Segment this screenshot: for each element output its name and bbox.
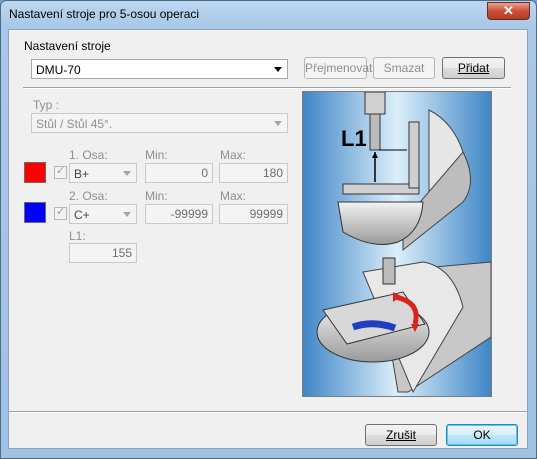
close-button[interactable]: ✕ <box>487 2 530 20</box>
chevron-down-icon <box>123 171 131 176</box>
chevron-down-icon <box>123 212 131 217</box>
dialog-window: Nastavení stroje pro 5-osou operaci ✕ Na… <box>0 0 537 459</box>
axis2-select-value: C+ <box>74 208 90 222</box>
machine-diagram-icon: L1 <box>303 92 491 396</box>
add-button[interactable]: Přidat <box>442 57 505 79</box>
machine-select-value: DMU-70 <box>36 63 81 77</box>
axis2-checkbox[interactable]: ✓ <box>54 206 67 220</box>
axis1-select-value: B+ <box>74 167 90 181</box>
machine-settings-label: Nastavení stroje <box>24 39 111 53</box>
checkmark-icon: ✓ <box>56 165 66 177</box>
add-button-label: Přidat <box>457 61 490 75</box>
separator-line <box>23 87 511 89</box>
axis1-min-field[interactable]: 0 <box>145 163 213 183</box>
type-label: Typ : <box>33 98 60 112</box>
axis2-label: 2. Osa: <box>69 189 108 203</box>
rename-button[interactable]: Přejmenovat <box>304 57 372 79</box>
axis1-min-label: Min: <box>145 148 168 162</box>
l1-diagram-label: L1 <box>341 126 367 151</box>
title-bar: Nastavení stroje pro 5-osou operaci ✕ <box>1 1 536 29</box>
axis2-select[interactable]: C+ <box>69 204 137 224</box>
axis1-checkbox[interactable]: ✓ <box>54 165 67 179</box>
axis2-min-label: Min: <box>145 189 168 203</box>
axis2-max-label: Max: <box>220 189 247 203</box>
type-select[interactable]: Stůl / Stůl 45°. <box>31 113 288 133</box>
checkmark-icon: ✓ <box>56 206 66 218</box>
axis1-label: 1. Osa: <box>69 148 108 162</box>
delete-button[interactable]: Smazat <box>373 57 435 79</box>
axis1-max-field[interactable]: 180 <box>219 163 288 183</box>
axis2-min-field[interactable]: -99999 <box>145 204 213 224</box>
chevron-down-icon <box>274 67 282 72</box>
cancel-button[interactable]: Zrušit <box>365 424 437 446</box>
footer-separator <box>9 411 527 413</box>
axis1-color-swatch[interactable] <box>24 162 46 183</box>
machine-illustration: L1 <box>302 91 492 397</box>
window-title: Nastavení stroje pro 5-osou operaci <box>9 7 200 21</box>
chevron-down-icon <box>274 121 282 126</box>
close-icon: ✕ <box>503 3 514 18</box>
cancel-button-label: Zrušit <box>386 428 416 442</box>
l1-field[interactable]: 155 <box>69 243 137 263</box>
axis2-max-field[interactable]: 99999 <box>219 204 288 224</box>
ok-button[interactable]: OK <box>446 424 518 446</box>
type-select-value: Stůl / Stůl 45°. <box>36 117 113 131</box>
axis1-select[interactable]: B+ <box>69 163 137 183</box>
axis2-color-swatch[interactable] <box>24 202 46 223</box>
axis1-max-label: Max: <box>220 148 247 162</box>
l1-label: L1: <box>69 229 86 243</box>
dialog-client: Nastavení stroje DMU-70 Přejmenovat Smaz… <box>8 29 528 449</box>
machine-select[interactable]: DMU-70 <box>31 59 288 79</box>
